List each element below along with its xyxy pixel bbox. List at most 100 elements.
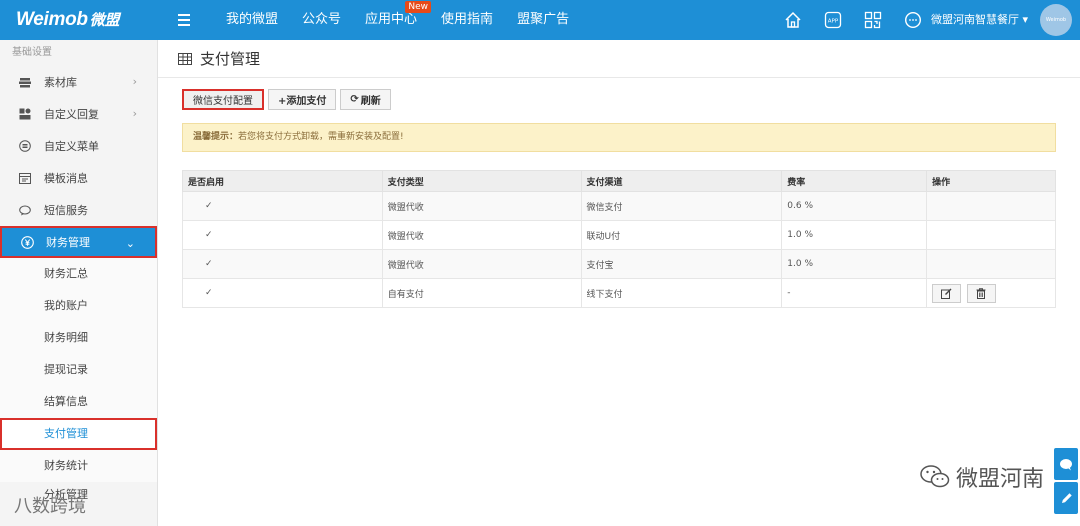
table-header-row: 是否启用 支付类型 支付渠道 费率 操作 [182, 170, 1056, 192]
enabled-check[interactable]: ✓ [182, 220, 383, 250]
warning-alert: 温馨提示：若您将支付方式卸载，需重新安装及配置! [182, 123, 1056, 152]
nav-app-center[interactable]: 应用中心 New [353, 0, 432, 40]
col-actions: 操作 [926, 170, 1056, 192]
trash-icon [976, 287, 986, 299]
refresh-label: 刷新 [360, 96, 381, 107]
enabled-check[interactable]: ✓ [182, 278, 383, 308]
warning-label: 温馨提示： [193, 132, 239, 142]
cell-channel: 线下支付 [580, 278, 783, 308]
sidebar-sub-withdrawals[interactable]: 提现记录 [0, 354, 157, 386]
enabled-check[interactable]: ✓ [182, 191, 383, 221]
avatar[interactable]: Weimob [1040, 4, 1072, 36]
menu-toggle-icon[interactable] [178, 14, 200, 26]
col-rate: 费率 [781, 170, 928, 192]
float-chat-button[interactable] [1054, 448, 1078, 480]
app-icon[interactable]: APP [820, 7, 846, 33]
user-menu[interactable]: 微盟河南智慧餐厅 ▾ [931, 0, 1028, 40]
menu-circle-icon [18, 139, 32, 153]
watermark-left-text: 八数跨境 [14, 496, 86, 517]
home-icon[interactable] [780, 7, 806, 33]
add-payment-button[interactable]: +添加支付 [268, 89, 337, 110]
sidebar-section-label: 基础设置 [12, 47, 52, 58]
sidebar: 基础设置 素材库 › 自定义回复 › 自定义菜单 模板消息 短信服务 财务管理 … [0, 40, 158, 526]
table-row: ✓ 自有支付 线下支付 - [182, 278, 1056, 308]
chevron-down-icon: ⌄ [125, 237, 135, 250]
new-badge: New [405, 1, 432, 13]
reply-icon [18, 107, 32, 121]
table-row: ✓ 微盟代收 支付宝 1.0 % [182, 249, 1056, 279]
wechat-pay-config-button[interactable]: 微信支付配置 [182, 89, 264, 110]
col-channel: 支付渠道 [580, 170, 783, 192]
sidebar-sub-payment-management[interactable]: 支付管理 [0, 418, 157, 450]
sidebar-item-label: 素材库 [44, 76, 77, 89]
sidebar-item-label: 自定义菜单 [44, 140, 99, 153]
sidebar-item-auto-reply[interactable]: 自定义回复 › [0, 98, 157, 130]
payment-table: 是否启用 支付类型 支付渠道 费率 操作 ✓ 微盟代收 微信支付 0.6 % ✓… [182, 170, 1056, 308]
nav-label: 公众号 [302, 12, 342, 27]
watermark-right-text: 微盟河南 [955, 467, 1044, 492]
cell-type: 微盟代收 [381, 191, 582, 221]
app-icon-text: APP [828, 19, 839, 25]
sidebar-item-finance[interactable]: 财务管理 ⌄ [0, 226, 157, 258]
cell-actions [926, 191, 1056, 221]
yen-icon [20, 235, 34, 249]
qrcode-icon[interactable] [860, 7, 886, 33]
col-type: 支付类型 [381, 170, 582, 192]
nav-my-weimob[interactable]: 我的微盟 [214, 0, 290, 40]
sidebar-item-label: 短信服务 [44, 204, 88, 217]
cell-rate: - [781, 278, 928, 308]
sidebar-sub-summary[interactable]: 财务汇总 [0, 258, 157, 290]
top-bar: Weimob 微盟 我的微盟 公众号 应用中心 New 使用指南 盟聚广告 APP … [0, 0, 1080, 40]
edit-icon [941, 288, 952, 299]
sidebar-item-custom-menu[interactable]: 自定义菜单 [0, 130, 157, 162]
sidebar-item-sms[interactable]: 短信服务 [0, 194, 157, 226]
template-icon [18, 171, 32, 185]
refresh-button[interactable]: ⟳ 刷新 [340, 89, 391, 110]
user-name: 微盟河南智慧餐厅 [930, 13, 1019, 26]
top-nav: 我的微盟 公众号 应用中心 New 使用指南 盟聚广告 [214, 0, 581, 40]
sidebar-sub-my-account[interactable]: 我的账户 [0, 290, 157, 322]
cell-rate: 1.0 % [781, 249, 928, 279]
nav-ads[interactable]: 盟聚广告 [505, 0, 581, 40]
weimob-logo[interactable]: Weimob 微盟 [0, 9, 158, 31]
sidebar-sub-settlement[interactable]: 结算信息 [0, 386, 157, 418]
chevron-right-icon: › [132, 107, 137, 120]
nav-guide[interactable]: 使用指南 [429, 0, 505, 40]
sidebar-item-label: 模板消息 [44, 172, 88, 185]
sidebar-sub-statistics[interactable]: 财务统计 [0, 450, 157, 482]
cell-rate: 0.6 % [781, 191, 928, 221]
cell-actions [926, 278, 1056, 308]
float-edit-button[interactable] [1054, 482, 1078, 514]
nav-official-account[interactable]: 公众号 [290, 0, 353, 40]
enabled-check[interactable]: ✓ [182, 249, 383, 279]
table-icon [178, 52, 192, 65]
toolbar: 微信支付配置 +添加支付 ⟳ 刷新 [182, 89, 391, 110]
refresh-icon: ⟳ [350, 94, 359, 105]
cell-channel: 联动U付 [580, 220, 783, 250]
wechat-icon [920, 465, 950, 488]
watermark-right: 微盟河南 [920, 461, 1044, 493]
cell-actions [926, 220, 1056, 250]
page-title: 支付管理 [200, 50, 261, 68]
edit-button[interactable] [932, 283, 962, 303]
sidebar-sub-details[interactable]: 财务明细 [0, 322, 157, 354]
nav-label: 使用指南 [441, 12, 494, 27]
cell-channel: 支付宝 [580, 249, 783, 279]
caret-down-icon: ▾ [1022, 13, 1028, 26]
chevron-right-icon: › [132, 75, 137, 88]
sidebar-item-material[interactable]: 素材库 › [0, 66, 157, 98]
chat-bubble-icon [1060, 458, 1072, 470]
cell-type: 自有支付 [381, 278, 582, 308]
delete-button[interactable] [966, 283, 996, 303]
cell-actions [926, 249, 1056, 279]
col-enabled: 是否启用 [182, 170, 383, 192]
main-content: 支付管理 微信支付配置 +添加支付 ⟳ 刷新 温馨提示：若您将支付方式卸载，需重新… [158, 40, 1080, 526]
stack-icon [18, 75, 32, 89]
nav-label: 我的微盟 [226, 12, 279, 27]
cell-rate: 1.0 % [781, 220, 928, 250]
sidebar-item-label: 财务管理 [46, 236, 90, 249]
cell-type: 微盟代收 [381, 249, 582, 279]
page-header: 支付管理 [158, 40, 1080, 78]
chat-icon[interactable] [900, 7, 926, 33]
sidebar-item-template-msg[interactable]: 模板消息 [0, 162, 157, 194]
